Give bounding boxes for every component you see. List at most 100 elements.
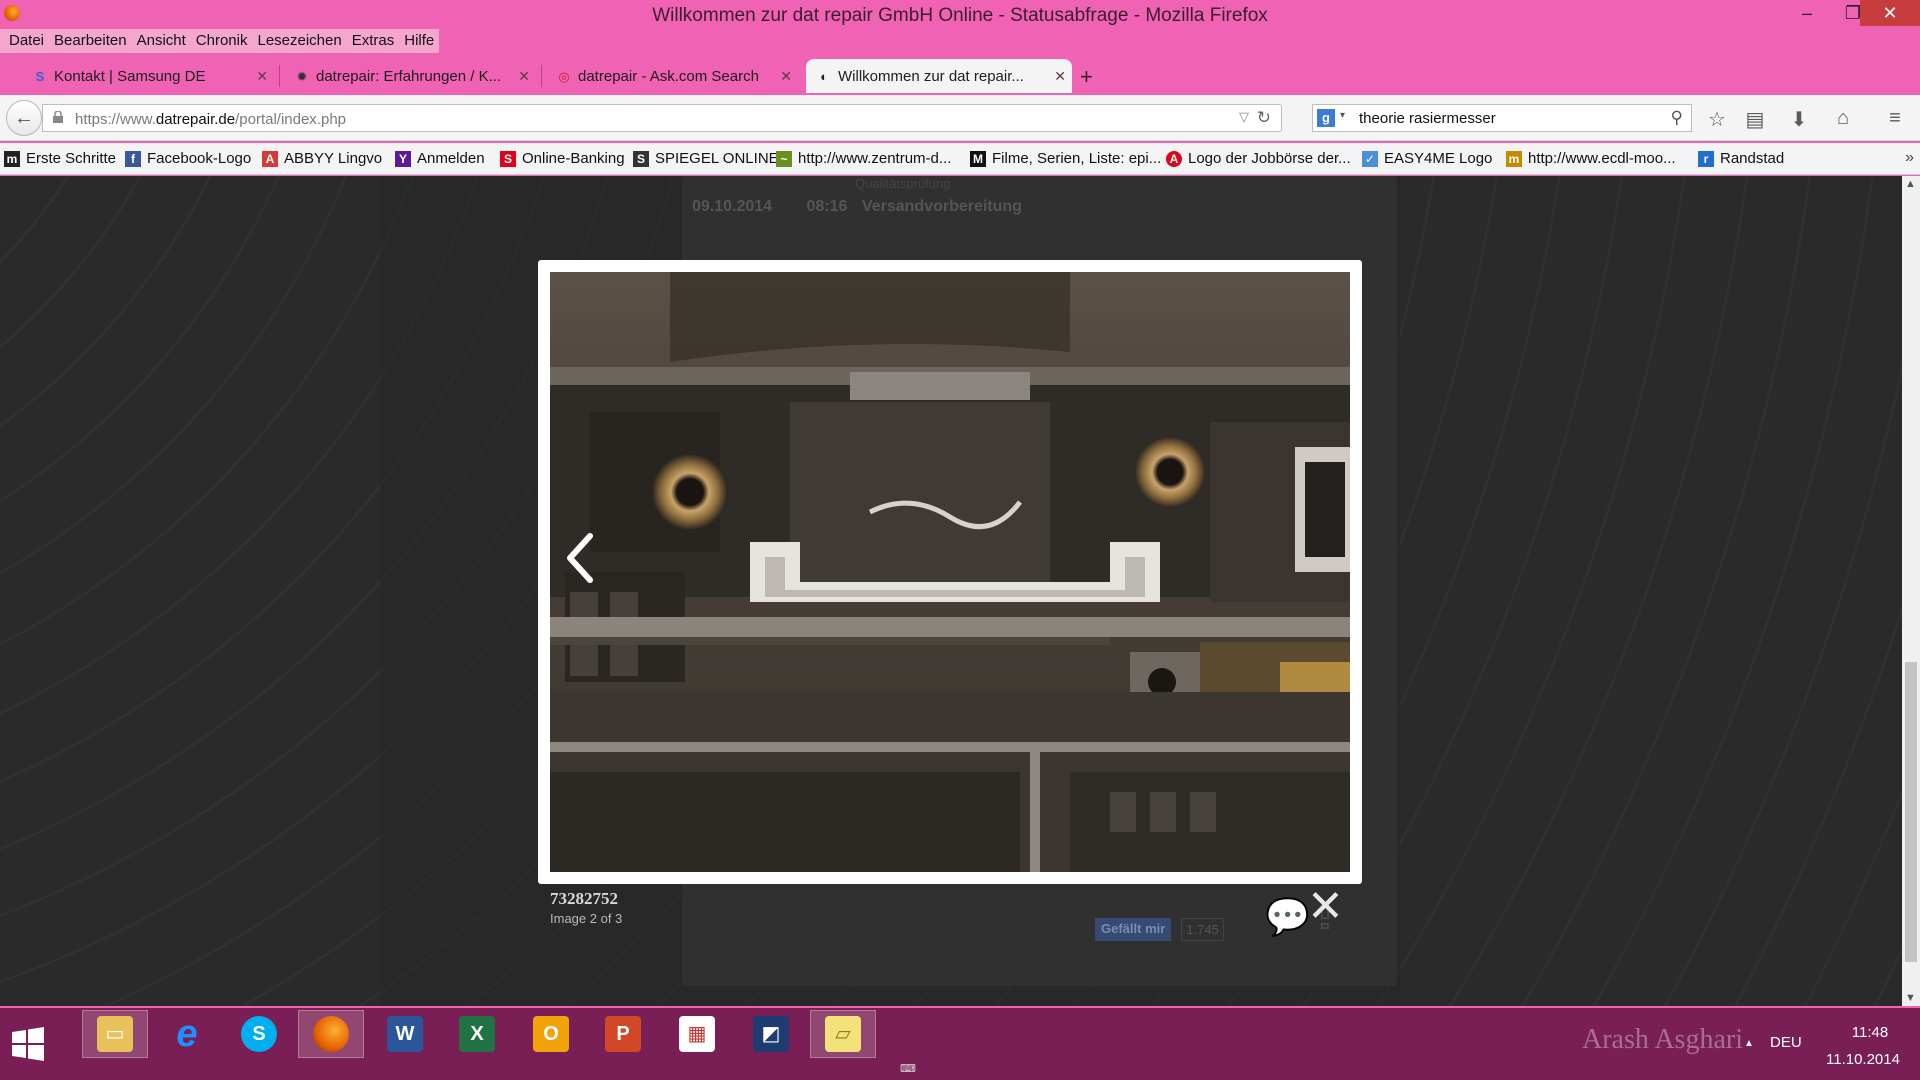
bookmark-anmelden[interactable]: Y Anmelden — [395, 150, 485, 167]
status-date: 09.10.2014 — [692, 198, 773, 215]
tab-separator — [279, 65, 280, 87]
lightbox-close-icon[interactable]: ✕ — [1307, 885, 1344, 929]
user-name-watermark: Arash Asghari — [1582, 1024, 1743, 1055]
menu-hilfe[interactable]: Hilfe — [399, 29, 439, 53]
tab-close-icon[interactable]: ✕ — [1054, 68, 1066, 85]
puzzle-app-icon: ▦ — [679, 1016, 715, 1052]
bookmark-jobboerse[interactable]: A Logo der Jobbörse der... — [1166, 150, 1351, 167]
bookmark-online-banking[interactable]: S Online-Banking — [500, 150, 625, 167]
facebook-icon: f — [125, 150, 141, 167]
tray-expand-icon[interactable]: ▲ — [1744, 1038, 1754, 1049]
taskbar-firefox[interactable] — [298, 1010, 364, 1058]
bookmark-erste-schritte[interactable]: m Erste Schritte — [4, 150, 116, 167]
bookmark-randstad[interactable]: r Randstad — [1698, 150, 1784, 167]
sticky-notes-icon: ▱ — [825, 1016, 861, 1052]
tab-willkommen-active[interactable]: ◐ Willkommen zur dat repair... ✕ — [806, 59, 1072, 93]
lightbox-caption: 73282752 Image 2 of 3 — [550, 889, 622, 926]
search-bar[interactable]: g ▾ theorie rasiermesser ⚲ — [1312, 104, 1692, 132]
bookmark-easy4me[interactable]: ✓ EASY4ME Logo — [1362, 150, 1492, 167]
bookmark-spiegel-online[interactable]: S SPIEGEL ONLINE — [633, 150, 779, 167]
new-tab-button[interactable]: + — [1080, 64, 1093, 90]
taskbar-word[interactable]: W — [372, 1010, 438, 1058]
taskbar-excel[interactable]: X — [444, 1010, 510, 1058]
bookmark-filme-serien[interactable]: M Filme, Serien, Liste: epi... — [970, 150, 1161, 167]
tab-ask-search[interactable]: ◎ datrepair - Ask.com Search ✕ — [546, 59, 798, 93]
tab-samsung[interactable]: S Kontakt | Samsung DE ✕ — [22, 59, 280, 93]
comment-icon[interactable]: 💬 — [1265, 896, 1310, 937]
menu-bearbeiten[interactable]: Bearbeiten — [49, 29, 132, 53]
home-icon[interactable]: ⌂ — [1830, 107, 1856, 130]
minimize-button[interactable]: – — [1784, 0, 1830, 26]
tab-separator — [541, 65, 542, 87]
bookmark-star-icon[interactable]: ☆ — [1704, 107, 1730, 132]
scroll-down-icon[interactable]: ▼ — [1905, 992, 1916, 1004]
vertical-scrollbar[interactable]: ▲ ▼ — [1902, 176, 1920, 1006]
keyboard-icon[interactable]: ⌨ — [900, 1062, 916, 1075]
bookmark-zentrum[interactable]: ~ http://www.zentrum-d... — [776, 150, 951, 167]
excel-icon: X — [459, 1016, 495, 1052]
navigation-bar: ← https://www.datrepair.de/portal/index.… — [0, 95, 1920, 141]
tab-datrepair-erfahrungen[interactable]: ✹ datrepair: Erfahrungen / K... ✕ — [284, 59, 542, 93]
tab-label: datrepair: Erfahrungen / K... — [316, 67, 502, 85]
samsung-favicon-icon: S — [35, 69, 45, 84]
tab-close-icon[interactable]: ✕ — [780, 68, 792, 85]
tab-close-icon[interactable]: ✕ — [518, 68, 530, 85]
status-text: Versandvorbereitung — [861, 198, 1022, 215]
taskbar-file-explorer[interactable]: ▭ — [82, 1010, 148, 1058]
taskbar-app-puzzle[interactable]: ▦ — [664, 1010, 730, 1058]
download-icon[interactable]: ⬇ — [1786, 107, 1812, 132]
lightbox-photo — [550, 272, 1350, 872]
google-engine-icon[interactable]: g — [1317, 109, 1335, 127]
windows-start-icon[interactable] — [8, 1024, 48, 1064]
menu-datei[interactable]: Datei — [4, 29, 49, 53]
m-icon: M — [970, 150, 986, 167]
photo-app-icon: ◩ — [753, 1016, 789, 1052]
clock-date[interactable]: 11.10.2014 — [1826, 1051, 1900, 1068]
image-counter: Image 2 of 3 — [550, 911, 623, 926]
menu-bar: Datei Bearbeiten Ansicht Chronik Lesezei… — [0, 29, 440, 53]
search-icon[interactable]: ⚲ — [1671, 108, 1683, 128]
url-bar[interactable]: https://www.datrepair.de/portal/index.ph… — [42, 104, 1282, 132]
scrollbar-thumb[interactable] — [1905, 662, 1917, 962]
bookmark-ecdl-moodle[interactable]: m http://www.ecdl-moo... — [1506, 150, 1676, 167]
clock-time[interactable]: 11:48 — [1842, 1024, 1898, 1041]
url-history-dropdown-icon[interactable]: ▽ — [1239, 109, 1249, 125]
taskbar-app-photo[interactable]: ◩ — [738, 1010, 804, 1058]
menu-ansicht[interactable]: Ansicht — [132, 29, 191, 53]
taskbar-internet-explorer[interactable]: e — [154, 1010, 220, 1058]
language-indicator[interactable]: DEU — [1770, 1034, 1802, 1051]
taskbar-outlook[interactable]: O — [518, 1010, 584, 1058]
bookmarks-bar: m Erste Schritte f Facebook-Logo A ABBYY Li… — [0, 143, 1920, 175]
sparkasse-icon: S — [500, 150, 516, 167]
yahoo-icon: Y — [395, 150, 411, 167]
abbyy-icon: A — [262, 150, 278, 167]
reading-list-icon[interactable]: ▤ — [1742, 107, 1768, 132]
window-title: Willkommen zur dat repair GmbH Online - … — [652, 5, 1268, 26]
tab-close-icon[interactable]: ✕ — [256, 68, 268, 85]
scroll-up-icon[interactable]: ▲ — [1905, 178, 1916, 190]
facebook-like-button[interactable]: Gefällt mir — [1095, 918, 1172, 941]
menu-chronik[interactable]: Chronik — [191, 29, 253, 53]
facebook-like-box: Gefällt mir 1.745 — [1095, 918, 1224, 941]
taskbar-sticky-notes[interactable]: ▱ — [810, 1010, 876, 1058]
search-input[interactable]: theorie rasiermesser — [1359, 110, 1496, 127]
word-icon: W — [387, 1016, 423, 1052]
previous-image-arrow-icon[interactable] — [560, 528, 600, 588]
bookmarks-overflow-icon[interactable]: » — [1905, 149, 1914, 167]
menu-lesezeichen[interactable]: Lesezeichen — [252, 29, 346, 53]
bookmark-abbyy-lingvo[interactable]: A ABBYY Lingvo — [262, 150, 382, 167]
hamburger-menu-icon[interactable]: ≡ — [1882, 107, 1908, 130]
engine-dropdown-icon[interactable]: ▾ — [1340, 110, 1345, 121]
taskbar-powerpoint[interactable]: P — [590, 1010, 656, 1058]
back-button[interactable]: ← — [6, 100, 42, 136]
bookmark-facebook-logo[interactable]: f Facebook-Logo — [125, 150, 251, 167]
circuit-board-photo — [550, 272, 1350, 872]
close-window-button[interactable]: ✕ — [1860, 0, 1920, 26]
url-text[interactable]: https://www.datrepair.de/portal/index.ph… — [75, 111, 346, 128]
tab-label: datrepair - Ask.com Search — [578, 67, 759, 85]
menu-extras[interactable]: Extras — [347, 29, 400, 53]
reload-icon[interactable]: ↻ — [1257, 108, 1271, 128]
powerpoint-icon: P — [605, 1016, 641, 1052]
taskbar-skype[interactable]: S — [226, 1010, 292, 1058]
image-title: 73282752 — [550, 889, 618, 908]
